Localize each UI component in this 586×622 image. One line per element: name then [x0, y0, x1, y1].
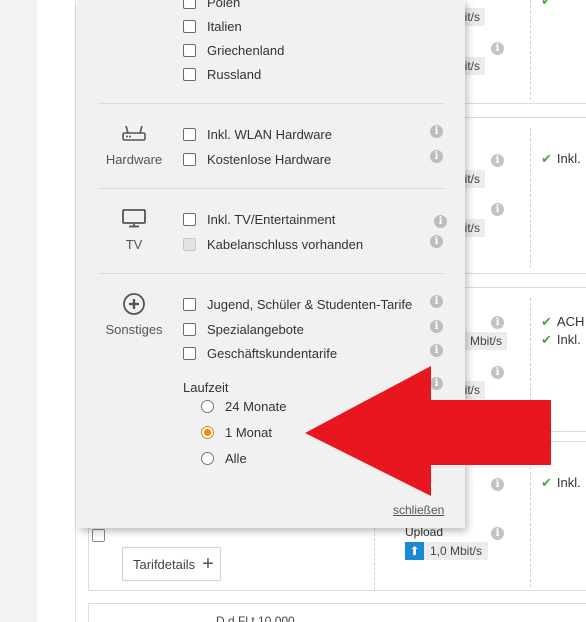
laufzeit-label: Laufzeit: [183, 380, 229, 395]
info-icon[interactable]: i: [491, 527, 504, 540]
check-icon: ✔: [541, 332, 552, 347]
radio-1-month[interactable]: 1 Monat: [201, 425, 272, 440]
filter-cable-connection: Kabelanschluss vorhanden: [183, 237, 363, 252]
checkbox[interactable]: [183, 298, 196, 311]
feature-item: ✔ ACH: [541, 314, 585, 329]
column-divider: [530, 0, 531, 100]
checkbox[interactable]: [183, 20, 196, 33]
left-margin: [0, 0, 37, 622]
check-icon: ✔: [541, 151, 552, 166]
info-icon[interactable]: i: [430, 150, 443, 163]
info-icon[interactable]: i: [430, 320, 443, 333]
info-icon[interactable]: i: [491, 154, 504, 167]
plus-circle-icon: [121, 292, 147, 316]
checkbox[interactable]: [183, 153, 196, 166]
filter-special-offers[interactable]: Spezialangebote: [183, 322, 304, 337]
feature-item: ✔ Inkl.: [541, 151, 581, 166]
filter-country-italy[interactable]: Italien: [183, 19, 242, 34]
filter-tv-entertainment[interactable]: Inkl. TV/Entertainment: [183, 212, 335, 227]
radio-24-months[interactable]: 24 Monate: [201, 399, 286, 414]
info-icon[interactable]: i: [430, 235, 443, 248]
upload-speed: ⬆ 1,0 Mbit/s: [405, 542, 489, 560]
group-label-hardware: Hardware: [105, 152, 163, 167]
radio-button[interactable]: [201, 452, 214, 465]
checkbox-disabled: [183, 238, 196, 251]
group-label-tv: TV: [125, 237, 143, 252]
feature-item: ✔ Inkl.: [541, 332, 581, 347]
radio-button-selected[interactable]: [201, 426, 214, 439]
checkbox[interactable]: [183, 68, 196, 81]
tarif-name-cut: D d Fl t 10 000: [216, 614, 295, 622]
filter-youth-tariffs[interactable]: Jugend, Schüler & Studenten-Tarife: [183, 297, 412, 312]
check-icon: ✔: [541, 314, 552, 329]
info-icon[interactable]: i: [491, 203, 504, 216]
tarif-card: [88, 603, 586, 622]
annotation-arrow-icon: [305, 366, 551, 496]
info-icon[interactable]: i: [491, 42, 504, 55]
upload-arrow-icon: ⬆: [405, 542, 424, 560]
checkbox[interactable]: [183, 44, 196, 57]
check-icon: ✔: [541, 0, 552, 8]
info-icon[interactable]: i: [434, 215, 447, 228]
filter-wlan-hardware[interactable]: Inkl. WLAN Hardware: [183, 127, 332, 142]
column-divider: [530, 128, 531, 268]
divider: [98, 188, 445, 189]
divider: [98, 103, 445, 104]
router-icon: [121, 124, 147, 142]
group-label-sonstiges: Sonstiges: [105, 322, 163, 337]
compare-checkbox[interactable]: [92, 529, 105, 542]
feature-item: ✔: [541, 0, 557, 9]
info-icon[interactable]: i: [430, 295, 443, 308]
checkbox[interactable]: [183, 347, 196, 360]
filter-free-hardware[interactable]: Kostenlose Hardware: [183, 152, 331, 167]
info-icon[interactable]: i: [430, 125, 443, 138]
checkbox[interactable]: [183, 213, 196, 226]
filter-business-tariffs[interactable]: Geschäftskundentarife: [183, 346, 337, 361]
checkbox[interactable]: [183, 0, 196, 9]
close-link[interactable]: schließen: [393, 503, 444, 517]
filter-country-greece[interactable]: Griechenland: [183, 43, 284, 58]
tv-icon: [121, 208, 147, 228]
info-icon[interactable]: i: [491, 316, 504, 329]
gutter-divider: [75, 0, 76, 622]
radio-button[interactable]: [201, 400, 214, 413]
tarif-details-button[interactable]: Tarifdetails +: [122, 547, 221, 581]
filter-country-russia[interactable]: Russland: [183, 67, 261, 82]
radio-all[interactable]: Alle: [201, 451, 247, 466]
divider: [98, 273, 445, 274]
plus-icon: +: [202, 553, 214, 575]
checkbox[interactable]: [183, 323, 196, 336]
info-icon[interactable]: i: [430, 344, 443, 357]
filter-country-poland[interactable]: Polen: [183, 0, 240, 10]
checkbox[interactable]: [183, 128, 196, 141]
